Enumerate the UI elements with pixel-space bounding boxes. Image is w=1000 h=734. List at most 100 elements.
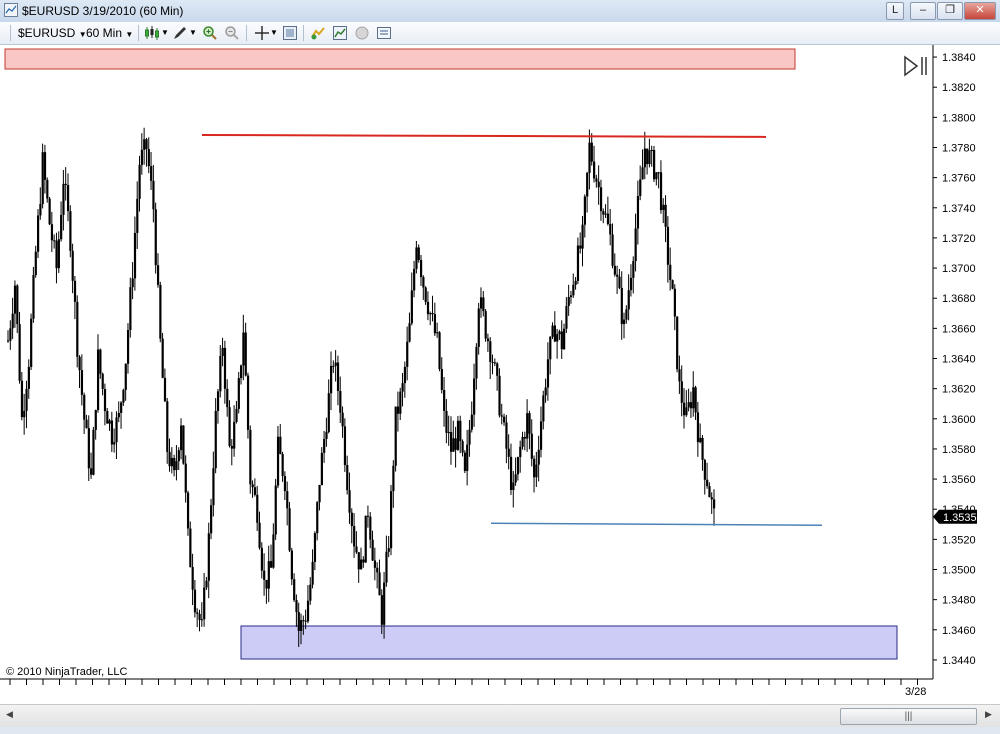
copyright-notice: © 2010 NinjaTrader, LLC	[6, 666, 128, 678]
chevron-down-icon[interactable]: ▼	[161, 25, 169, 41]
horizontal-scrollbar[interactable]: ◀ ||| ▶	[0, 704, 1000, 727]
interval-selector[interactable]: 60 Min ▼	[86, 25, 133, 41]
resistance-line[interactable]	[201, 133, 767, 138]
candle-body	[373, 560, 377, 568]
candle-body	[408, 323, 411, 342]
chevron-down-icon[interactable]: ▼	[189, 25, 197, 41]
candle-body	[115, 417, 118, 443]
candle-body	[9, 328, 12, 341]
candle-body	[539, 421, 543, 450]
candle-body	[424, 287, 427, 302]
candle-body	[609, 223, 612, 235]
candle-body	[493, 362, 497, 364]
bottom-demand-zone[interactable]	[240, 625, 898, 660]
scroll-left-icon[interactable]: ◀	[6, 709, 13, 720]
candlestick-style-icon[interactable]	[144, 25, 160, 41]
candle-body	[334, 362, 337, 366]
candle-body	[124, 363, 127, 390]
candle-body	[475, 346, 478, 379]
restore-button[interactable]: ❐	[937, 2, 963, 20]
candle-body	[542, 395, 545, 422]
price-tick-label: 1.3620	[942, 384, 976, 396]
candle-body	[565, 306, 568, 329]
candle-body	[76, 301, 79, 357]
candle-body	[318, 484, 321, 503]
candle-body	[641, 167, 644, 180]
zoom-out-icon[interactable]	[224, 25, 240, 41]
candle-body	[683, 402, 686, 416]
minimize-button[interactable]: –	[910, 2, 936, 20]
zoom-in-icon[interactable]	[202, 25, 218, 41]
chart-trader-toggle-icon[interactable]	[904, 55, 927, 77]
candle-body	[588, 142, 591, 173]
candle-body	[327, 393, 330, 432]
price-tick-label: 1.3680	[942, 293, 976, 305]
instrument-selector[interactable]: $EURUSD ▼	[18, 25, 87, 41]
candle-body	[687, 402, 690, 408]
candle-body	[456, 420, 460, 450]
candle-body	[80, 370, 84, 395]
candle-body	[198, 613, 201, 620]
link-button[interactable]: L	[886, 2, 904, 20]
candle-body	[378, 572, 381, 596]
candle-body	[69, 211, 72, 251]
strategies-icon[interactable]	[310, 25, 326, 41]
candle-body	[166, 401, 169, 452]
candle-body	[556, 334, 559, 342]
close-button[interactable]: ✕	[964, 2, 996, 20]
candle-body	[27, 366, 30, 389]
candle-body	[443, 389, 446, 411]
candle-body	[343, 426, 347, 466]
candle-body	[60, 214, 63, 240]
candle-body	[92, 429, 95, 475]
price-tick-label: 1.3480	[942, 595, 976, 607]
crosshair-icon[interactable]	[254, 25, 270, 41]
candle-body	[350, 512, 353, 527]
candle-body	[281, 454, 284, 476]
candle-body	[175, 461, 178, 471]
chevron-down-icon[interactable]: ▼	[270, 25, 278, 41]
candle-body	[140, 149, 144, 165]
candle-body	[586, 172, 589, 197]
price-chart[interactable]: 1.3840 1.3820 1.3800 1.3780 1.3760 1.3740 1.37…	[0, 45, 1000, 704]
candle-body	[454, 438, 457, 450]
candle-body	[230, 445, 233, 449]
candle-body	[207, 533, 210, 581]
chart-trader-icon[interactable]	[376, 25, 392, 41]
candle-body	[574, 280, 577, 285]
candle-body	[653, 149, 656, 180]
candle-body	[519, 446, 522, 458]
candle-body	[629, 277, 633, 291]
data-box-icon[interactable]	[282, 25, 298, 41]
candle-body	[583, 196, 586, 225]
candle-body	[73, 280, 77, 302]
candle-body	[240, 365, 243, 379]
candle-body	[625, 309, 628, 320]
candle-body	[43, 152, 47, 180]
candle-body	[253, 487, 257, 495]
candle-body	[544, 387, 547, 396]
candle-body	[627, 290, 630, 310]
candle-body	[316, 502, 319, 534]
candle-body	[233, 421, 236, 449]
candle-body	[57, 239, 60, 269]
candle-body	[168, 451, 171, 467]
properties-icon[interactable]	[354, 25, 370, 41]
support-line[interactable]	[490, 522, 823, 527]
price-tick-label: 1.3440	[942, 655, 976, 667]
candle-body	[710, 497, 713, 500]
chart-app-icon	[4, 3, 18, 17]
candle-body	[419, 259, 423, 278]
scroll-right-icon[interactable]: ▶	[985, 709, 992, 720]
candle-body	[530, 433, 533, 459]
candle-body	[581, 224, 584, 249]
candle-body	[486, 338, 490, 342]
candle-body	[323, 438, 326, 453]
indicators-icon[interactable]	[332, 25, 348, 41]
candle-body	[505, 422, 508, 449]
draw-pencil-icon[interactable]	[172, 25, 188, 41]
price-tick-label: 1.3640	[942, 354, 976, 366]
top-supply-zone[interactable]	[4, 48, 796, 70]
candle-body	[507, 448, 510, 457]
scroll-thumb[interactable]: |||	[840, 708, 977, 725]
